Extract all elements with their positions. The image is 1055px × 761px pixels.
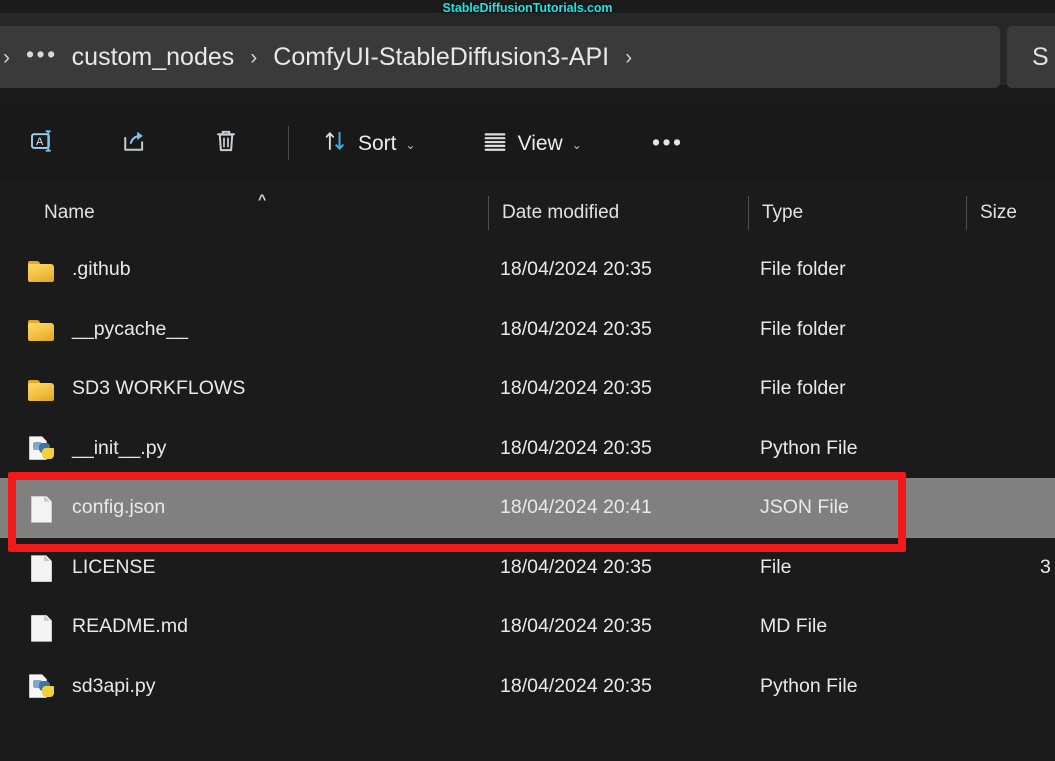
file-name-cell[interactable]: __init__.py: [28, 419, 166, 479]
column-divider-3[interactable]: [966, 196, 967, 230]
search-placeholder-text: S: [1032, 42, 1049, 71]
sort-button[interactable]: Sort ⌄: [311, 117, 426, 169]
rename-icon: A: [27, 126, 57, 161]
share-button[interactable]: [106, 117, 162, 169]
toolbar-divider: [288, 126, 289, 160]
md-file-icon: [28, 615, 56, 639]
python-file-icon: [28, 436, 56, 461]
search-input[interactable]: S: [1007, 26, 1055, 88]
sort-ascending-caret-icon: ^: [258, 191, 267, 207]
python-file-icon: [28, 674, 56, 699]
file-date-cell: 18/04/2024 20:35: [500, 615, 652, 638]
file-type-cell: Python File: [760, 436, 858, 459]
table-row[interactable]: sd3api.py 18/04/2024 20:35 Python File: [0, 657, 1055, 717]
file-type-cell: JSON File: [760, 496, 849, 519]
file-date-cell: 18/04/2024 20:35: [500, 317, 652, 340]
file-name-cell[interactable]: __pycache__: [28, 300, 188, 360]
sort-label: Sort: [358, 131, 397, 155]
file-date-cell: 18/04/2024 20:35: [500, 258, 652, 281]
column-header-name[interactable]: Name: [44, 189, 95, 237]
view-label: View: [517, 131, 563, 155]
view-chevron-down-icon: ⌄: [571, 137, 582, 152]
file-size-cell: 3: [1040, 555, 1051, 578]
command-toolbar: A Sort ⌄ View ⌄ •••: [0, 105, 1055, 181]
file-name-text: config.json: [72, 496, 166, 519]
file-name-cell[interactable]: README.md: [28, 597, 188, 657]
file-date-cell: 18/04/2024 20:35: [500, 436, 652, 459]
see-more-button[interactable]: •••: [640, 117, 696, 169]
table-row[interactable]: README.md 18/04/2024 20:35 MD File: [0, 597, 1055, 657]
file-date-cell: 18/04/2024 20:35: [500, 674, 652, 697]
breadcrumb-separator-icon-1: ›: [250, 45, 258, 69]
file-type-cell: MD File: [760, 615, 828, 638]
file-explorer-window: StableDiffusionTutorials.com › ••• › cus…: [0, 0, 1055, 761]
file-name-text: .github: [72, 258, 131, 281]
file-name-cell[interactable]: LICENSE: [28, 538, 155, 598]
watermark-text: StableDiffusionTutorials.com: [442, 1, 613, 15]
column-header-type[interactable]: Type: [762, 189, 803, 237]
table-row[interactable]: __pycache__ 18/04/2024 20:35 File folder: [0, 300, 1055, 360]
file-name-text: __init__.py: [72, 436, 167, 459]
table-row[interactable]: __init__.py 18/04/2024 20:35 Python File: [0, 419, 1055, 479]
file-name-text: README.md: [72, 615, 188, 638]
view-button[interactable]: View ⌄: [471, 117, 592, 169]
file-name-cell[interactable]: SD3 WORKFLOWS: [28, 359, 245, 419]
file-type-cell: Python File: [760, 674, 858, 697]
file-type-cell: File: [760, 555, 792, 578]
folder-icon: [28, 258, 56, 282]
file-date-cell: 18/04/2024 20:41: [500, 496, 652, 519]
share-icon: [119, 126, 149, 161]
sort-arrows-icon: [321, 127, 349, 160]
file-name-text: SD3 WORKFLOWS: [72, 377, 246, 400]
file-name-cell[interactable]: sd3api.py: [28, 657, 155, 717]
breadcrumb-separator-icon-2: ›: [625, 45, 633, 69]
table-row-selected[interactable]: config.json 18/04/2024 20:41 JSON File: [0, 478, 1055, 538]
breadcrumb-item-custom-nodes[interactable]: custom_nodes: [65, 44, 242, 70]
column-divider-1[interactable]: [488, 196, 489, 230]
column-header-size[interactable]: Size: [980, 189, 1017, 237]
address-bar[interactable]: › ••• › custom_nodes › ComfyUI-StableDif…: [0, 26, 1000, 88]
breadcrumb-overflow-button[interactable]: •••: [19, 42, 65, 72]
table-row[interactable]: .github 18/04/2024 20:35 File folder: [0, 240, 1055, 300]
file-name-cell[interactable]: config.json: [28, 478, 165, 538]
file-date-cell: 18/04/2024 20:35: [500, 555, 652, 578]
file-name-text: __pycache__: [72, 317, 189, 340]
breadcrumb-item-comfyui-sd3-api[interactable]: ComfyUI-StableDiffusion3-API: [266, 44, 616, 70]
column-header-date-modified[interactable]: Date modified: [502, 189, 619, 237]
rename-button[interactable]: A: [14, 117, 70, 169]
column-header-row: Name ^ Date modified Type Size: [0, 189, 1055, 237]
trash-icon: [211, 126, 241, 161]
address-bar-region: › ••• › custom_nodes › ComfyUI-StableDif…: [0, 13, 1055, 88]
json-file-icon: [28, 496, 56, 520]
file-type-cell: File folder: [760, 317, 846, 340]
svg-text:A: A: [36, 136, 44, 148]
file-icon: [28, 555, 56, 579]
file-list: .github 18/04/2024 20:35 File folder __p…: [0, 240, 1055, 720]
folder-icon: [28, 377, 56, 401]
table-row[interactable]: SD3 WORKFLOWS 18/04/2024 20:35 File fold…: [0, 359, 1055, 419]
breadcrumb-leading-chevron-icon: ›: [3, 45, 10, 69]
file-name-cell[interactable]: .github: [28, 240, 131, 300]
file-type-cell: File folder: [760, 258, 846, 281]
column-divider-2[interactable]: [748, 196, 749, 230]
sort-chevron-down-icon: ⌄: [405, 137, 416, 152]
table-row[interactable]: LICENSE 18/04/2024 20:35 File 3: [0, 538, 1055, 598]
delete-button[interactable]: [198, 117, 254, 169]
file-name-text: LICENSE: [72, 555, 156, 578]
file-type-cell: File folder: [760, 377, 846, 400]
folder-icon: [28, 317, 56, 342]
file-date-cell: 18/04/2024 20:35: [500, 377, 652, 400]
file-name-text: sd3api.py: [72, 674, 156, 697]
ellipsis-icon: •••: [651, 129, 684, 156]
view-list-icon: [481, 127, 509, 160]
